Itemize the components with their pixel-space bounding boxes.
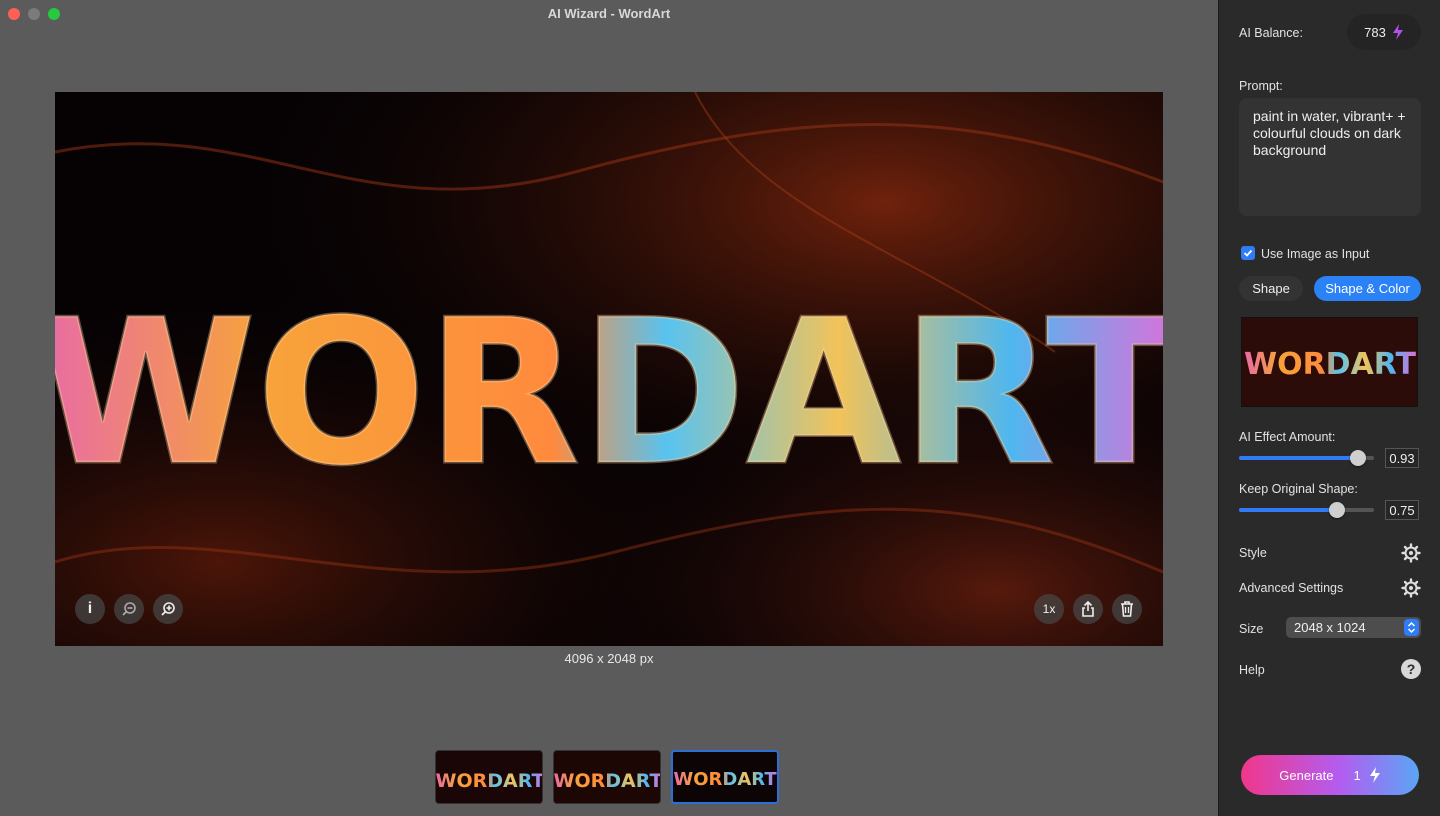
- zoom-level-button[interactable]: 1x: [1034, 594, 1064, 624]
- image-size-caption: 4096 x 2048 px: [564, 651, 654, 666]
- mode-shape-button[interactable]: Shape: [1239, 276, 1303, 301]
- style-gear-icon[interactable]: [1401, 543, 1421, 563]
- artwork-image: WORDART: [55, 92, 1163, 646]
- generate-label: Generate: [1279, 767, 1334, 783]
- history-thumbnail-selected[interactable]: WORDART: [671, 750, 779, 804]
- thumbnail-image: WORDART: [554, 751, 661, 803]
- size-select[interactable]: 2048 x 1024: [1286, 617, 1421, 638]
- history-thumbnail[interactable]: WORDART: [435, 750, 543, 804]
- keep-shape-value[interactable]: 0.75: [1385, 500, 1419, 520]
- preview-image: WORDART: [1242, 318, 1417, 406]
- app-window: AI Wizard - WordArt WORDART i 1x 4096 x …: [0, 0, 1440, 816]
- zoom-in-button[interactable]: [153, 594, 183, 624]
- prompt-textarea[interactable]: paint in water, vibrant+ + colourful clo…: [1239, 98, 1421, 216]
- svg-text:WORDART: WORDART: [1244, 347, 1417, 382]
- share-icon: [1082, 600, 1094, 617]
- slider-knob[interactable]: [1329, 502, 1345, 518]
- advanced-settings-label: Advanced Settings: [1239, 581, 1344, 595]
- lightning-icon: [1392, 24, 1403, 40]
- balance-label: AI Balance:: [1239, 26, 1303, 40]
- thumbnail-image: WORDART: [673, 752, 777, 802]
- style-label: Style: [1239, 546, 1267, 560]
- chevron-updown-icon: [1404, 619, 1419, 636]
- zoom-out-icon: [122, 602, 136, 616]
- svg-text:WORDART: WORDART: [554, 770, 661, 792]
- keep-shape-label: Keep Original Shape:: [1239, 482, 1358, 496]
- lightning-icon: [1369, 767, 1380, 783]
- svg-text:WORDART: WORDART: [436, 770, 543, 792]
- svg-text:WORDART: WORDART: [673, 769, 777, 790]
- trash-icon: [1121, 601, 1133, 617]
- zoom-out-button[interactable]: [114, 594, 144, 624]
- info-button[interactable]: i: [75, 594, 105, 624]
- mode-shape-color-button[interactable]: Shape & Color: [1314, 276, 1421, 301]
- slider-fill: [1239, 508, 1337, 512]
- zoom-in-icon: [161, 602, 175, 616]
- share-button[interactable]: [1073, 594, 1103, 624]
- help-label: Help: [1239, 663, 1265, 677]
- question-icon: ?: [1406, 661, 1416, 677]
- window-title: AI Wizard - WordArt: [547, 6, 671, 21]
- advanced-settings-gear-icon[interactable]: [1401, 578, 1421, 598]
- input-image-preview: WORDART: [1241, 317, 1418, 407]
- generate-cost: 1: [1353, 767, 1361, 783]
- effect-amount-label: AI Effect Amount:: [1239, 430, 1336, 444]
- balance-pill: 783: [1347, 14, 1421, 50]
- thumbnail-image: WORDART: [436, 751, 543, 803]
- artwork-canvas: WORDART i 1x: [55, 92, 1163, 646]
- effect-amount-value[interactable]: 0.93: [1385, 448, 1419, 468]
- size-label: Size: [1239, 622, 1264, 636]
- settings-sidebar: AI Balance: 783 Prompt: paint in water, …: [1218, 0, 1440, 816]
- keep-shape-slider[interactable]: [1239, 502, 1374, 518]
- checkmark-icon: [1243, 249, 1253, 257]
- use-image-label: Use Image as Input: [1261, 247, 1370, 261]
- prompt-label: Prompt:: [1239, 79, 1283, 93]
- artwork-text: WORDART: [55, 277, 1163, 510]
- effect-amount-slider[interactable]: [1239, 450, 1374, 466]
- slider-knob[interactable]: [1350, 450, 1366, 466]
- size-select-value: 2048 x 1024: [1294, 620, 1366, 635]
- generate-button[interactable]: Generate 1: [1241, 755, 1419, 795]
- title-bar: AI Wizard - WordArt: [0, 0, 1218, 28]
- info-icon: i: [87, 600, 93, 617]
- balance-value: 783: [1364, 24, 1386, 40]
- delete-button[interactable]: [1112, 594, 1142, 624]
- help-button[interactable]: ?: [1401, 659, 1421, 679]
- use-image-checkbox[interactable]: [1241, 246, 1255, 260]
- history-thumbnail[interactable]: WORDART: [553, 750, 661, 804]
- slider-fill: [1239, 456, 1358, 460]
